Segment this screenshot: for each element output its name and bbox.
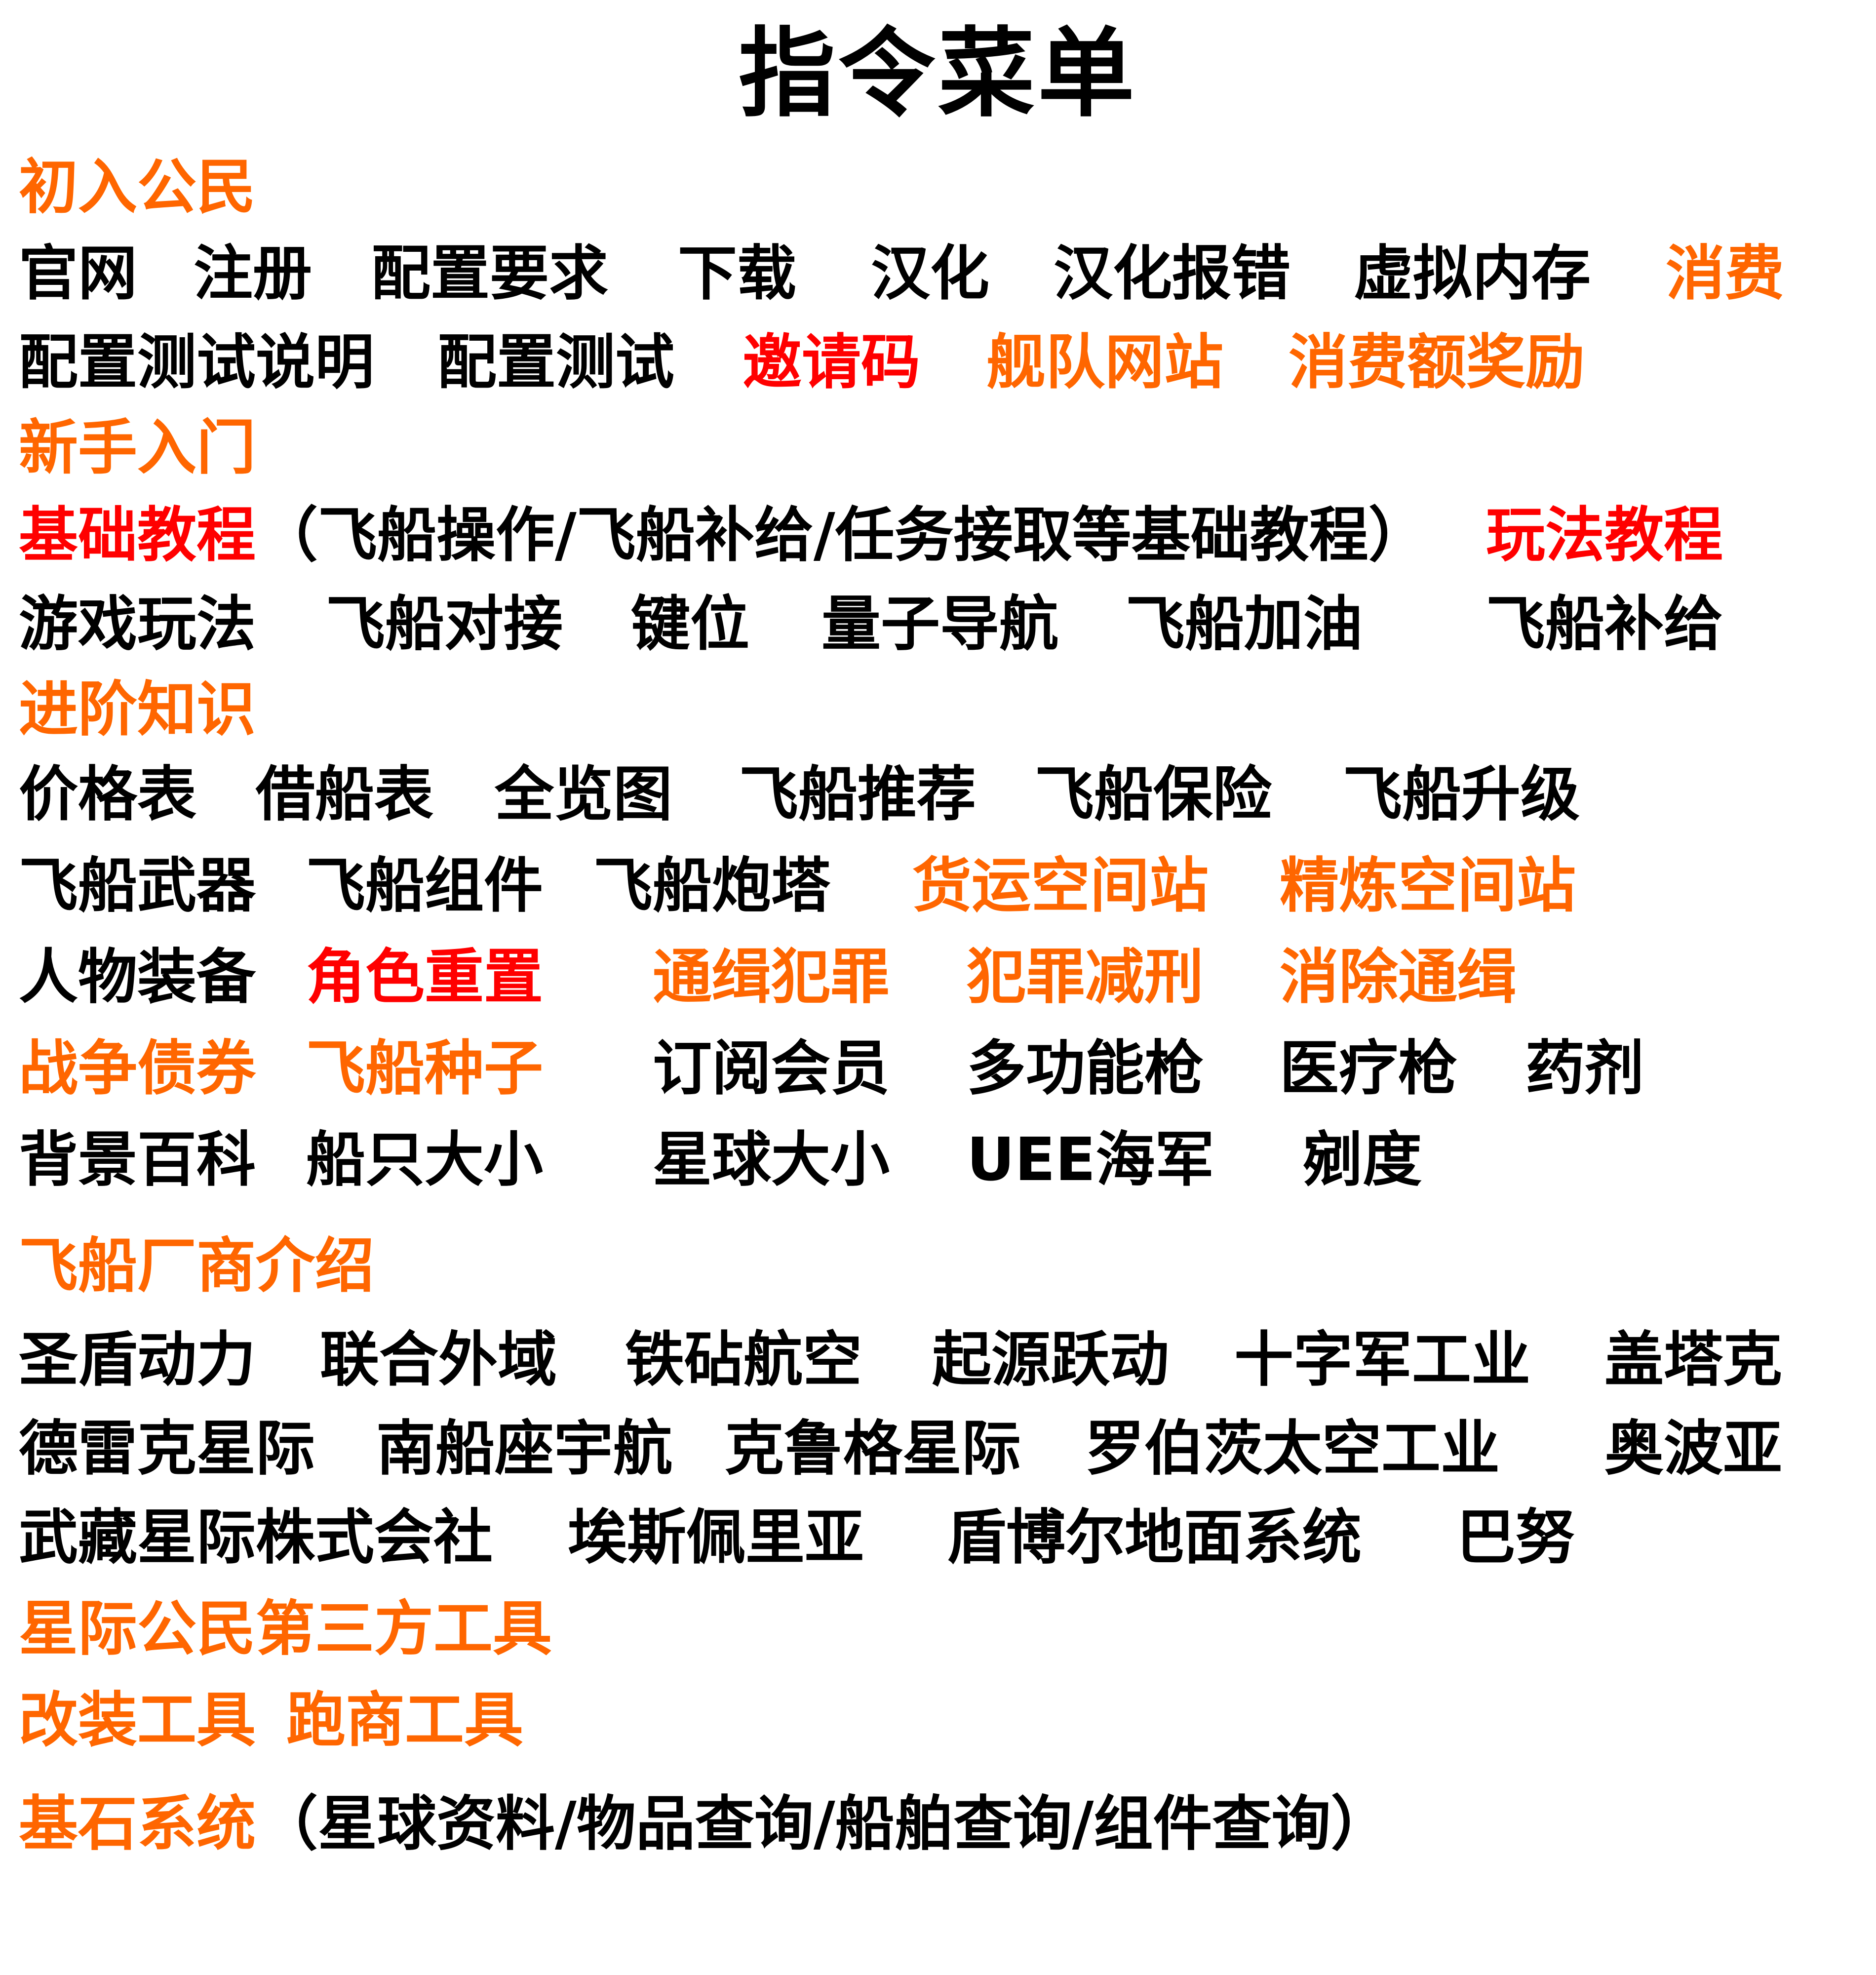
cmd-gameplay-tutorial[interactable]: 玩法教程 <box>1486 491 1723 580</box>
cmd-quantum-travel[interactable]: 量子导航 <box>821 580 1058 669</box>
cmd-rsi[interactable]: 罗伯茨太空工业 <box>1085 1405 1500 1494</box>
cmd-drake[interactable]: 德雷克星际 <box>19 1405 315 1494</box>
row-1: 官网 注册 配置要求 下载 汉化 汉化报错 虚拟内存 消费 <box>0 230 1876 318</box>
row-4: 游戏玩法 飞船对接 键位 量子导航 飞船加油 飞船补给 <box>0 580 1876 669</box>
cmd-gatac[interactable]: 盖塔克 <box>1604 1316 1782 1405</box>
cmd-config-test[interactable]: 配置测试 <box>437 318 674 407</box>
cmd-overview-map[interactable]: 全览图 <box>495 750 672 839</box>
cmd-ship-resupply[interactable]: 飞船补给 <box>1486 580 1723 669</box>
cmd-wandu[interactable]: 剜度 <box>1303 1116 1422 1205</box>
cmd-cargo-station[interactable]: 货运空间站 <box>912 842 1209 931</box>
section-beginner: 新手入门 <box>0 404 1876 493</box>
cmd-official-site[interactable]: 官网 <box>19 230 137 318</box>
row-9: 背景百科 船只大小 星球大小 UEE海军 剜度 <box>0 1116 1876 1205</box>
section-header-manufacturers: 飞船厂商介绍 <box>19 1232 374 1301</box>
cmd-spending-reward[interactable]: 消费额奖励 <box>1289 318 1585 407</box>
section-third-party-tools: 星际公民第三方工具 <box>0 1585 1876 1674</box>
cmd-aopoa[interactable]: 奥波亚 <box>1604 1405 1782 1494</box>
row-11: 德雷克星际 南船座宇航 克鲁格星际 罗伯茨太空工业 奥波亚 <box>0 1405 1876 1494</box>
cmd-trade-tool[interactable]: 跑商工具 <box>286 1676 523 1765</box>
row-7: 人物装备 角色重置 通缉犯罪 犯罪减刑 消除通缉 <box>0 933 1876 1022</box>
cmd-refinery-station[interactable]: 精炼空间站 <box>1280 842 1576 931</box>
cmd-ship-components[interactable]: 飞船组件 <box>306 842 543 931</box>
cmd-spending[interactable]: 消费 <box>1666 230 1784 318</box>
cmd-ship-upgrade[interactable]: 飞船升级 <box>1343 750 1580 839</box>
cmd-loadout-tool[interactable]: 改装工具 <box>19 1676 256 1765</box>
cmd-wanted-crime[interactable]: 通缉犯罪 <box>653 933 890 1022</box>
cmd-price-list[interactable]: 价格表 <box>19 750 196 839</box>
section-header-beginner: 新手入门 <box>19 414 256 482</box>
cmd-localization[interactable]: 汉化 <box>871 230 989 318</box>
row-3: 基础教程 （飞船操作/飞船补给/任务接取等基础教程） 玩法教程 <box>0 491 1876 580</box>
cmd-lore-wiki[interactable]: 背景百科 <box>19 1116 256 1205</box>
cmd-fleet-site[interactable]: 舰队网站 <box>986 318 1223 407</box>
row-10: 圣盾动力 联合外域 铁砧航空 起源跃动 十字军工业 盖塔克 <box>0 1316 1876 1405</box>
cmd-ship-refuel[interactable]: 飞船加油 <box>1126 580 1363 669</box>
cmd-esperia[interactable]: 埃斯佩里亚 <box>568 1494 864 1582</box>
cmd-ship-docking[interactable]: 飞船对接 <box>326 580 563 669</box>
page-title: 指令菜单 <box>738 18 1137 130</box>
row-12: 武藏星际株式会社 埃斯佩里亚 盾博尔地面系统 巴努 <box>0 1494 1876 1582</box>
cmd-clear-wanted[interactable]: 消除通缉 <box>1280 933 1517 1022</box>
row-tools: 改装工具 跑商工具 <box>0 1676 1876 1765</box>
row-6: 飞船武器 飞船组件 飞船炮塔 货运空间站 精炼空间站 <box>0 842 1876 931</box>
cmd-ship-insurance[interactable]: 飞船保险 <box>1035 750 1272 839</box>
cmd-kruger[interactable]: 克鲁格星际 <box>725 1405 1021 1494</box>
section-advanced: 进阶知识 <box>0 666 1876 754</box>
section-newcomer: 初入公民 <box>0 143 1876 232</box>
cmd-multitool[interactable]: 多功能枪 <box>967 1025 1204 1113</box>
cmd-ship-recommend[interactable]: 飞船推荐 <box>739 750 976 839</box>
cmd-ship-turrets[interactable]: 飞船炮塔 <box>593 842 830 931</box>
cmd-medgun[interactable]: 医疗枪 <box>1280 1025 1457 1113</box>
cmd-ship-seed[interactable]: 飞船种子 <box>306 1025 543 1113</box>
basic-tutorial-note: （飞船操作/飞船补给/任务接取等基础教程） <box>259 501 1428 570</box>
cmd-argo[interactable]: 南船座宇航 <box>376 1405 672 1494</box>
section-header-advanced: 进阶知识 <box>19 675 256 744</box>
cmd-ship-size[interactable]: 船只大小 <box>306 1116 543 1205</box>
cmd-origin[interactable]: 起源跃动 <box>932 1316 1169 1405</box>
cmd-medicine[interactable]: 药剂 <box>1525 1025 1644 1113</box>
cmd-uee-navy[interactable]: UEE海军 <box>967 1116 1214 1205</box>
cmd-banu[interactable]: 巴努 <box>1456 1494 1575 1582</box>
cmd-musashi[interactable]: 武藏星际株式会社 <box>19 1494 493 1582</box>
cmd-gameplay[interactable]: 游戏玩法 <box>19 580 256 669</box>
cmd-keybinds[interactable]: 键位 <box>631 580 749 669</box>
cmd-localization-error[interactable]: 汉化报错 <box>1054 230 1290 318</box>
section-manufacturers: 飞船厂商介绍 <box>0 1222 1876 1311</box>
cmd-ship-weapons[interactable]: 飞船武器 <box>19 842 256 931</box>
cmd-crusader[interactable]: 十字军工业 <box>1234 1316 1530 1405</box>
cmd-consolidated-outland[interactable]: 联合外域 <box>320 1316 557 1405</box>
row-2: 配置测试说明 配置测试 邀请码 舰队网站 消费额奖励 <box>0 318 1876 407</box>
cmd-keystone[interactable]: 基石系统 <box>19 1780 256 1869</box>
section-header-newcomer: 初入公民 <box>19 153 256 222</box>
cmd-aegis[interactable]: 圣盾动力 <box>19 1316 256 1405</box>
cmd-tumbril[interactable]: 盾博尔地面系统 <box>947 1494 1362 1582</box>
cmd-basic-tutorial[interactable]: 基础教程 <box>19 491 256 580</box>
cmd-character-gear[interactable]: 人物装备 <box>19 933 256 1022</box>
cmd-crime-reduction[interactable]: 犯罪减刑 <box>967 933 1204 1022</box>
cmd-war-bonds[interactable]: 战争债券 <box>19 1025 256 1113</box>
cmd-virtual-memory[interactable]: 虚拟内存 <box>1354 230 1591 318</box>
cmd-register[interactable]: 注册 <box>194 230 312 318</box>
cmd-anvil[interactable]: 铁砧航空 <box>625 1316 862 1405</box>
cmd-invite-code[interactable]: 邀请码 <box>743 318 920 407</box>
keystone-note: （星球资料/物品查询/船舶查询/组件查询） <box>259 1790 1390 1858</box>
cmd-config-test-guide[interactable]: 配置测试说明 <box>19 318 374 407</box>
row-8: 战争债券 飞船种子 订阅会员 多功能枪 医疗枪 药剂 <box>0 1025 1876 1113</box>
row-13: 基石系统 （星球资料/物品查询/船舶查询/组件查询） <box>0 1780 1876 1869</box>
cmd-character-reset[interactable]: 角色重置 <box>306 933 543 1022</box>
cmd-requirements[interactable]: 配置要求 <box>371 230 608 318</box>
section-header-third-party-tools: 星际公民第三方工具 <box>19 1595 552 1663</box>
cmd-subscriber[interactable]: 订阅会员 <box>653 1025 890 1113</box>
cmd-planet-size[interactable]: 星球大小 <box>653 1116 890 1205</box>
cmd-download[interactable]: 下载 <box>678 230 796 318</box>
row-5: 价格表 借船表 全览图 飞船推荐 飞船保险 飞船升级 <box>0 750 1876 839</box>
cmd-loaner-list[interactable]: 借船表 <box>256 750 433 839</box>
